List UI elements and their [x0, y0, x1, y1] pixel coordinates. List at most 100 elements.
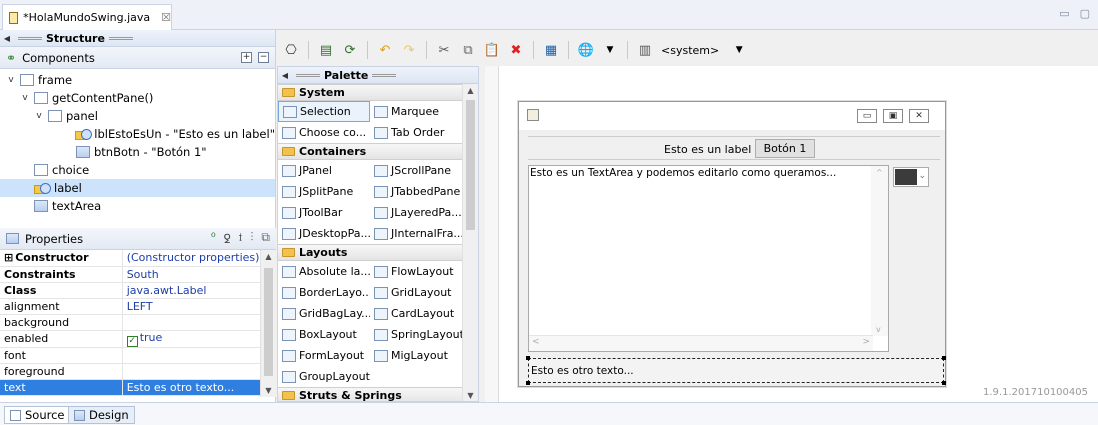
text-area-hscroll[interactable]: < > [529, 335, 873, 351]
palette-item[interactable]: Tab Order [370, 122, 462, 143]
palette-item[interactable]: CardLayout [370, 303, 462, 324]
variable-icon[interactable]: 𝔱 [239, 230, 243, 247]
palette-category[interactable]: Layouts [278, 244, 464, 261]
property-row[interactable]: background... [0, 314, 277, 331]
editor-tab[interactable]: *HolaMundoSwing.java ☒ [2, 4, 172, 30]
palette-item[interactable]: JPanel [278, 160, 370, 181]
property-row[interactable]: font... [0, 347, 277, 364]
tree-node[interactable]: lblEstoEsUn - "Esto es un label" [0, 125, 275, 143]
palette-item[interactable]: GroupLayout [278, 366, 370, 387]
palette-item[interactable]: Absolute la... [278, 261, 370, 282]
globe-icon[interactable]: 🌐 [576, 40, 596, 60]
properties-view-icon[interactable]: ▦ [541, 40, 561, 60]
palette-item[interactable]: BoxLayout [278, 324, 370, 345]
palette-category[interactable]: Struts & Springs [278, 387, 464, 401]
panel-label[interactable]: Esto es un label [664, 143, 751, 156]
tree-node[interactable]: v getContentPane() [0, 89, 275, 107]
property-row[interactable]: Class java.awt.Label [0, 282, 277, 299]
choice-dropdown[interactable]: ⌄ [893, 167, 929, 187]
property-row[interactable]: Constraints South [0, 266, 277, 283]
palette-item[interactable]: FlowLayout [370, 261, 462, 282]
designed-frame[interactable]: ▭ ▣ ✕ Esto es un label Botón 1 Esto es u… [518, 101, 946, 387]
close-tab-icon[interactable]: ☒ [161, 11, 171, 24]
text-area-vscroll[interactable]: ^ v [871, 166, 888, 336]
checkbox-icon[interactable]: ✓ [126, 335, 138, 346]
expand-all-icon[interactable]: + [241, 52, 252, 63]
advanced-props-icon[interactable]: ⫶ [250, 230, 253, 247]
property-row[interactable]: foreground... [0, 363, 277, 380]
palette-item[interactable]: GridBagLay... [278, 303, 370, 324]
resize-handle[interactable] [526, 381, 530, 385]
palette-item[interactable]: JScrollPane [370, 160, 462, 181]
palette-item[interactable]: JInternalFra... [370, 223, 462, 244]
expand-icon[interactable]: ⊞ [4, 251, 13, 264]
property-row[interactable]: textEsto es otro texto...... [0, 379, 277, 396]
north-panel[interactable]: Esto es un label Botón 1 [528, 136, 940, 160]
expand-icon[interactable]: v [34, 111, 44, 121]
maximize-icon[interactable]: ▢ [1080, 7, 1090, 20]
text-area[interactable]: Esto es un TextArea y podemos editarlo c… [528, 165, 889, 352]
frame-close-button[interactable]: ✕ [909, 109, 929, 123]
property-row[interactable]: ⊞ Constructor (Constructor properties) [0, 250, 277, 267]
tree-node[interactable]: label [0, 179, 275, 197]
palette-strip[interactable]: ◀ Palette [278, 67, 478, 84]
show-code-icon[interactable]: ▤ [316, 40, 336, 60]
palette-item[interactable]: JToolBar [278, 202, 370, 223]
structure-strip[interactable]: ◀ Structure [0, 30, 275, 47]
show-events-icon[interactable]: ⁰ [211, 230, 216, 247]
palette-item[interactable]: JTabbedPane [370, 181, 462, 202]
resize-handle[interactable] [942, 356, 946, 360]
system-combo[interactable]: <system> [661, 44, 719, 57]
palette-item[interactable]: Selection [278, 101, 370, 122]
redo-icon[interactable]: ↷ [399, 40, 419, 60]
look-and-feel-icon[interactable]: ▥ [635, 40, 655, 60]
collapse-all-icon[interactable]: − [258, 52, 269, 63]
palette-scrollbar[interactable]: ▲ ▼ [462, 84, 478, 401]
property-value[interactable]: Esto es otro texto... [127, 381, 235, 394]
expand-icon[interactable]: v [20, 93, 30, 103]
minimize-icon[interactable]: ▭ [1059, 7, 1069, 20]
collapse-left-icon[interactable]: ◀ [0, 34, 14, 43]
palette-category[interactable]: Containers [278, 143, 464, 160]
cut-icon[interactable]: ✂ [434, 40, 454, 60]
south-label[interactable]: Esto es otro texto... [526, 356, 946, 385]
palette-item[interactable]: FormLayout [278, 345, 370, 366]
source-tab[interactable]: Source [4, 406, 71, 424]
restore-defaults-icon[interactable]: ⧉ [261, 230, 270, 247]
palette-item[interactable]: Choose co... [278, 122, 370, 143]
palette-category[interactable]: System [278, 84, 464, 101]
tree-node[interactable]: v frame [0, 71, 275, 89]
property-value[interactable]: South [127, 268, 159, 281]
property-value[interactable]: true [140, 331, 163, 344]
tree-node[interactable]: btnBotn - "Botón 1" [0, 143, 275, 161]
properties-scrollbar[interactable]: ▲ ▼ [260, 250, 276, 397]
property-value[interactable]: (Constructor properties) [127, 251, 260, 264]
palette-item[interactable]: MigLayout [370, 345, 462, 366]
property-row[interactable]: alignment LEFT [0, 298, 277, 315]
palette-item[interactable]: GridLayout [370, 282, 462, 303]
palette-item[interactable]: BorderLayo... [278, 282, 370, 303]
palette-item[interactable]: SpringLayout [370, 324, 462, 345]
convert-local-icon[interactable]: ꝿ [224, 230, 231, 247]
palette-item[interactable]: Marquee [370, 101, 462, 122]
scroll-left-icon[interactable]: < [532, 337, 540, 347]
property-value[interactable]: LEFT [127, 300, 153, 313]
resize-handle[interactable] [526, 356, 530, 360]
frame-maximize-button[interactable]: ▣ [883, 109, 903, 123]
scroll-right-icon[interactable]: > [862, 337, 870, 347]
copy-icon[interactable]: ⧉ [458, 40, 478, 60]
frame-minimize-button[interactable]: ▭ [857, 109, 877, 123]
refresh-icon[interactable]: ⟳ [340, 40, 360, 60]
property-row[interactable]: enabled ✓ true [0, 330, 277, 348]
test-gui-icon[interactable]: ⎔ [281, 40, 301, 60]
expand-icon[interactable]: v [6, 75, 16, 85]
delete-icon[interactable]: ✖ [506, 40, 526, 60]
tree-node[interactable]: v panel [0, 107, 275, 125]
palette-item[interactable]: JDesktopPa... [278, 223, 370, 244]
property-value[interactable]: java.awt.Label [127, 284, 207, 297]
palette-item[interactable]: JLayeredPa... [370, 202, 462, 223]
choice-arrow-icon[interactable]: ⌄ [918, 171, 926, 181]
undo-icon[interactable]: ↶ [375, 40, 395, 60]
palette-item[interactable]: JSplitPane [278, 181, 370, 202]
panel-button[interactable]: Botón 1 [755, 139, 815, 158]
